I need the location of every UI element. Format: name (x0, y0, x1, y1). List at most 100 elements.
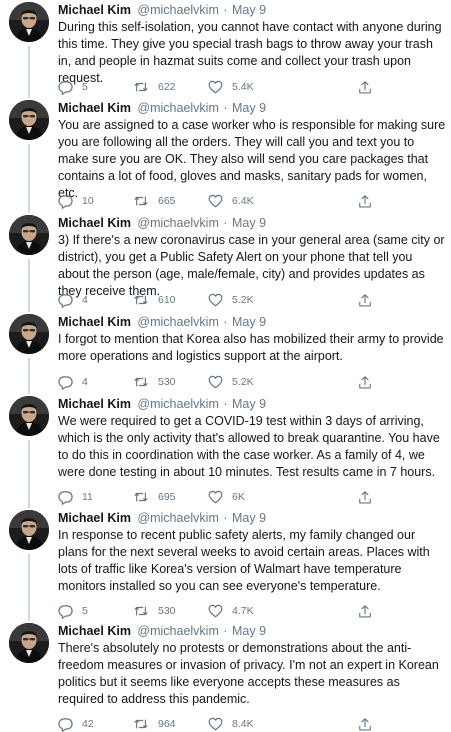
retweet-icon (134, 82, 148, 92)
author-handle[interactable]: @michaelvkim (137, 3, 218, 17)
reply-button[interactable]: 11 (58, 489, 93, 505)
thread-connector-line (28, 259, 30, 312)
tweet[interactable]: Michael Kim @michaelvkim · May 9 I forgo… (0, 314, 451, 396)
retweet-icon (134, 196, 148, 206)
avatar[interactable] (9, 510, 49, 550)
share-button[interactable] (358, 292, 372, 308)
retweet-button[interactable]: 695 (133, 489, 176, 505)
author-name[interactable]: Michael Kim (58, 624, 131, 638)
retweet-icon (134, 377, 148, 387)
retweet-button[interactable]: 610 (133, 292, 176, 308)
tweet-date[interactable]: May 9 (232, 216, 266, 230)
author-name[interactable]: Michael Kim (58, 101, 131, 115)
reply-button[interactable]: 4 (58, 374, 88, 390)
share-icon (359, 293, 371, 306)
author-handle[interactable]: @michaelvkim (137, 624, 218, 638)
share-button[interactable] (358, 79, 372, 95)
like-button[interactable]: 5.2K (208, 374, 254, 390)
author-name[interactable]: Michael Kim (58, 397, 131, 411)
author-name[interactable]: Michael Kim (58, 3, 131, 17)
like-button[interactable]: 5.2K (208, 292, 254, 308)
tweet-date[interactable]: May 9 (232, 397, 266, 411)
avatar[interactable] (9, 314, 49, 354)
tweet[interactable]: Michael Kim @michaelvkim · May 9 You are… (0, 100, 451, 215)
tweet[interactable]: Michael Kim @michaelvkim · May 9 We were… (0, 396, 451, 510)
author-name[interactable]: Michael Kim (58, 315, 131, 329)
tweet-date[interactable]: May 9 (232, 511, 266, 525)
retweet-button[interactable]: 530 (133, 603, 176, 619)
profile-photo-icon (9, 314, 49, 354)
like-button[interactable]: 6.4K (208, 193, 254, 209)
tweet-header: Michael Kim @michaelvkim · May 9 (58, 510, 266, 526)
tweet-date[interactable]: May 9 (232, 624, 266, 638)
like-count: 5.2K (232, 294, 254, 306)
profile-photo-icon (9, 396, 49, 436)
retweet-button[interactable]: 622 (133, 79, 176, 95)
tweet[interactable]: Michael Kim @michaelvkim · May 9 In resp… (0, 510, 451, 623)
like-button[interactable]: 6K (208, 489, 245, 505)
tweet-header: Michael Kim @michaelvkim · May 9 (58, 2, 266, 18)
heart-icon (208, 604, 223, 618)
tweet-date[interactable]: May 9 (232, 101, 266, 115)
like-button[interactable]: 4.7K (208, 603, 254, 619)
tweet-header: Michael Kim @michaelvkim · May 9 (58, 215, 266, 231)
tweet-date[interactable]: May 9 (232, 3, 266, 17)
thread-connector-line (28, 440, 30, 508)
retweet-button[interactable]: 665 (133, 193, 176, 209)
tweet-header: Michael Kim @michaelvkim · May 9 (58, 396, 266, 412)
avatar[interactable] (9, 396, 49, 436)
profile-photo-icon (9, 510, 49, 550)
tweet-text: We were required to get a COVID-19 test … (58, 414, 440, 479)
share-button[interactable] (358, 489, 372, 505)
tweet-thread: Michael Kim @michaelvkim · May 9 During … (0, 0, 451, 732)
share-button[interactable] (358, 603, 372, 619)
reply-button[interactable]: 42 (58, 716, 94, 732)
reply-count: 4 (82, 294, 88, 306)
reply-button[interactable]: 5 (58, 603, 88, 619)
retweet-count: 530 (158, 605, 176, 617)
tweet-text: During this self-isolation, you cannot h… (58, 20, 442, 85)
tweet[interactable]: Michael Kim @michaelvkim · May 9 3) If t… (0, 215, 451, 314)
author-handle[interactable]: @michaelvkim (137, 216, 218, 230)
retweet-count: 530 (158, 376, 176, 388)
retweet-button[interactable]: 530 (133, 374, 176, 390)
avatar[interactable] (9, 623, 49, 663)
like-count: 4.7K (232, 605, 254, 617)
tweet-date[interactable]: May 9 (232, 315, 266, 329)
avatar[interactable] (9, 100, 49, 140)
heart-icon (208, 717, 223, 731)
author-name[interactable]: Michael Kim (58, 511, 131, 525)
reply-icon (58, 375, 73, 390)
reply-button[interactable]: 10 (58, 193, 94, 209)
share-button[interactable] (358, 374, 372, 390)
separator-dot: · (223, 216, 228, 230)
retweet-icon (134, 719, 148, 729)
share-button[interactable] (358, 716, 372, 732)
share-button[interactable] (358, 193, 372, 209)
tweet[interactable]: Michael Kim @michaelvkim · May 9 During … (0, 2, 451, 100)
tweet-actions: 5 530 4.7K (58, 603, 438, 619)
like-button[interactable]: 5.4K (208, 79, 254, 95)
tweet-text: In response to recent public safety aler… (58, 528, 430, 593)
retweet-button[interactable]: 964 (133, 716, 176, 732)
avatar[interactable] (9, 215, 49, 255)
thread-connector-line (28, 358, 30, 394)
author-handle[interactable]: @michaelvkim (137, 397, 218, 411)
share-icon (359, 604, 371, 617)
like-button[interactable]: 8.4K (208, 716, 254, 732)
author-name[interactable]: Michael Kim (58, 216, 131, 230)
tweet-actions: 11 695 6K (58, 489, 438, 505)
tweet[interactable]: Michael Kim @michaelvkim · May 9 There's… (0, 623, 451, 732)
reply-button[interactable]: 4 (58, 292, 88, 308)
share-icon (359, 375, 371, 388)
avatar[interactable] (9, 2, 49, 42)
author-handle[interactable]: @michaelvkim (137, 101, 218, 115)
profile-photo-icon (9, 100, 49, 140)
separator-dot: · (223, 3, 228, 17)
author-handle[interactable]: @michaelvkim (137, 511, 218, 525)
reply-button[interactable]: 5 (58, 79, 88, 95)
reply-icon (58, 604, 73, 619)
author-handle[interactable]: @michaelvkim (137, 315, 218, 329)
profile-photo-icon (9, 215, 49, 255)
share-icon (359, 717, 371, 730)
